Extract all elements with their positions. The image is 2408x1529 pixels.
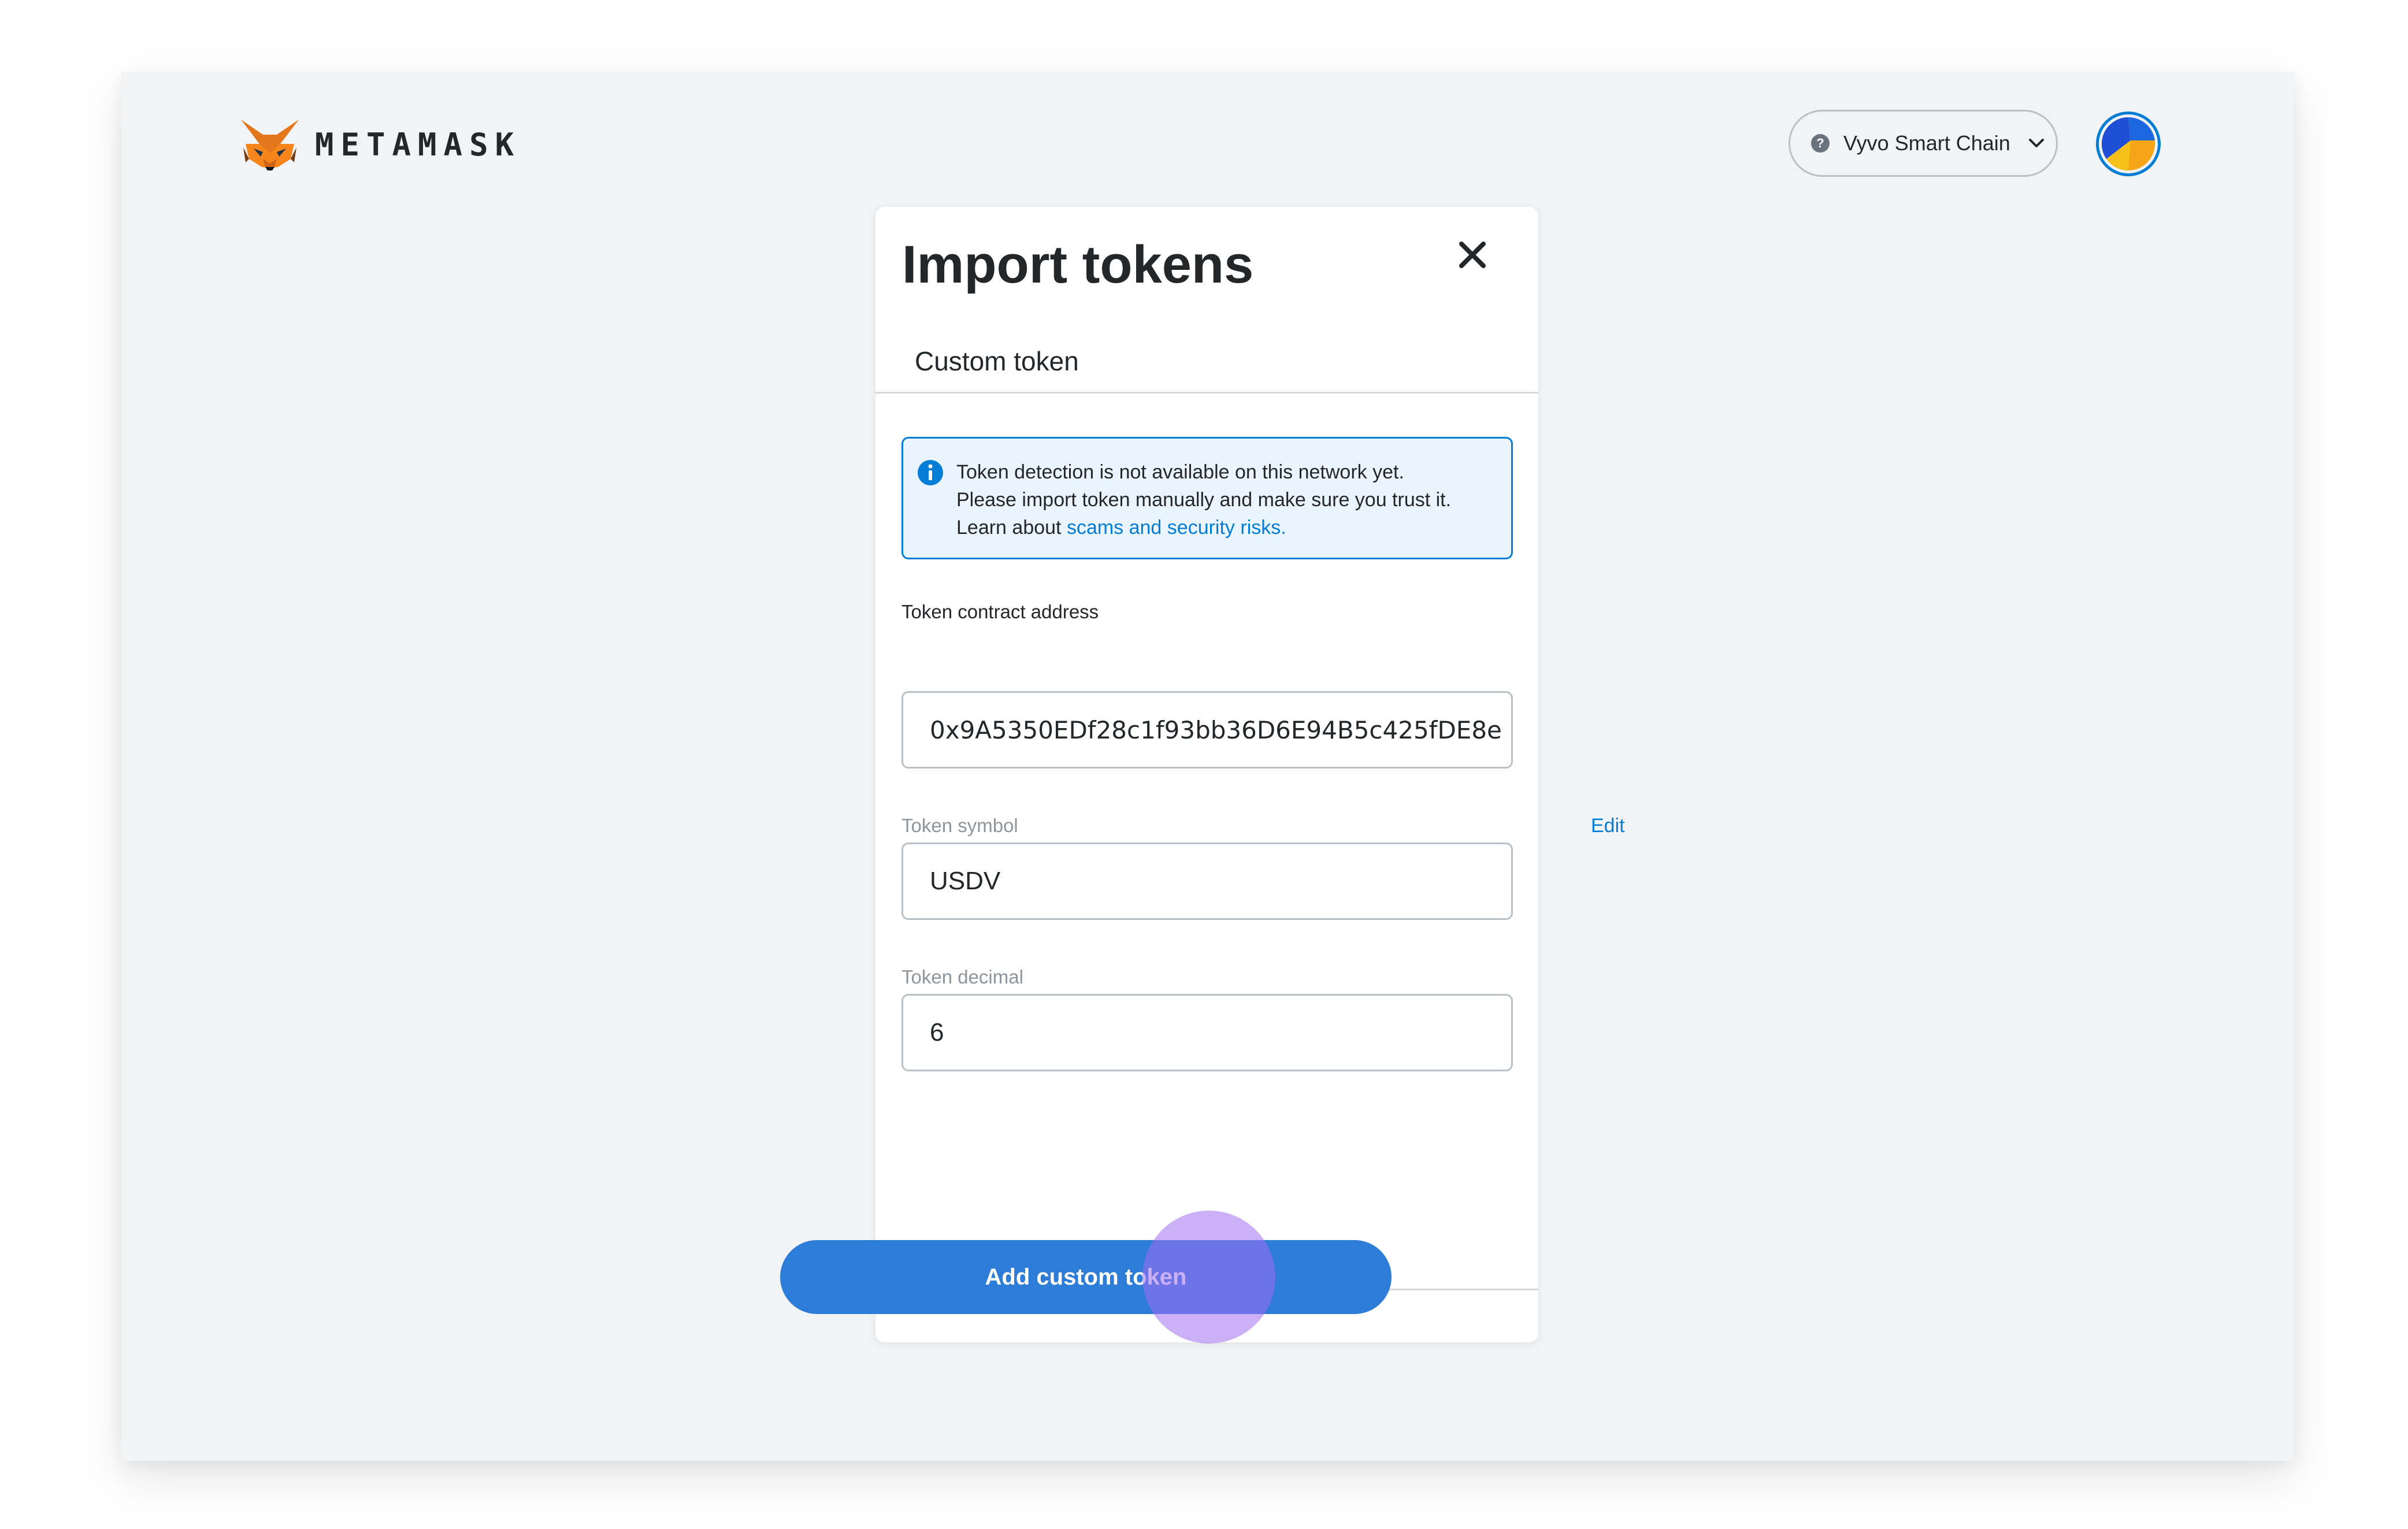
contract-address-input[interactable]: 0x9A5350EDf28c1f93bb36D6E94B5c425fDE8e (901, 691, 1513, 769)
notice-line-1: Token detection is not available on this… (956, 461, 1404, 483)
question-icon: ? (1811, 134, 1830, 153)
info-icon (918, 460, 943, 485)
import-tokens-modal: Import tokens Custom token Token detecti… (875, 207, 1625, 1342)
add-custom-token-button[interactable]: Add custom token (780, 1240, 1392, 1314)
token-symbol-input[interactable]: USDV (901, 843, 1513, 920)
notice-line-3-prefix: Learn about (956, 517, 1067, 539)
contract-address-value: 0x9A5350EDf28c1f93bb36D6E94B5c425fDE8e (930, 715, 1502, 744)
notice-line-2: Please import token manually and make su… (956, 489, 1452, 511)
modal-title: Import tokens (902, 235, 1254, 294)
tab-divider (875, 392, 1538, 394)
network-name: Vyvo Smart Chain (1843, 131, 2010, 155)
token-decimal-label: Token decimal (901, 966, 1023, 988)
close-button[interactable] (1453, 236, 1491, 274)
fox-icon (241, 120, 299, 170)
tab-custom-token[interactable]: Custom token (915, 346, 1079, 377)
token-decimal-input[interactable]: 6 (901, 994, 1513, 1071)
close-icon (1459, 242, 1486, 268)
account-avatar[interactable] (2096, 112, 2161, 176)
contract-address-label: Token contract address (901, 601, 1099, 622)
token-detection-notice: Token detection is not available on this… (901, 437, 1513, 559)
token-symbol-label: Token symbol (901, 815, 1018, 836)
token-decimal-value: 6 (930, 1018, 944, 1046)
chevron-down-icon (2028, 139, 2044, 147)
avatar-icon (2102, 117, 2155, 170)
token-symbol-value: USDV (930, 867, 1001, 895)
notice-line-3: Learn about scams and security risks. (956, 514, 1494, 541)
edit-symbol-link[interactable]: Edit (1591, 815, 1625, 837)
metamask-logo[interactable]: METAMASK (240, 118, 521, 170)
network-selector[interactable]: ? Vyvo Smart Chain (1789, 110, 2058, 177)
scams-security-link[interactable]: scams and security risks. (1067, 517, 1286, 539)
brand-wordmark: METAMASK (315, 126, 521, 163)
